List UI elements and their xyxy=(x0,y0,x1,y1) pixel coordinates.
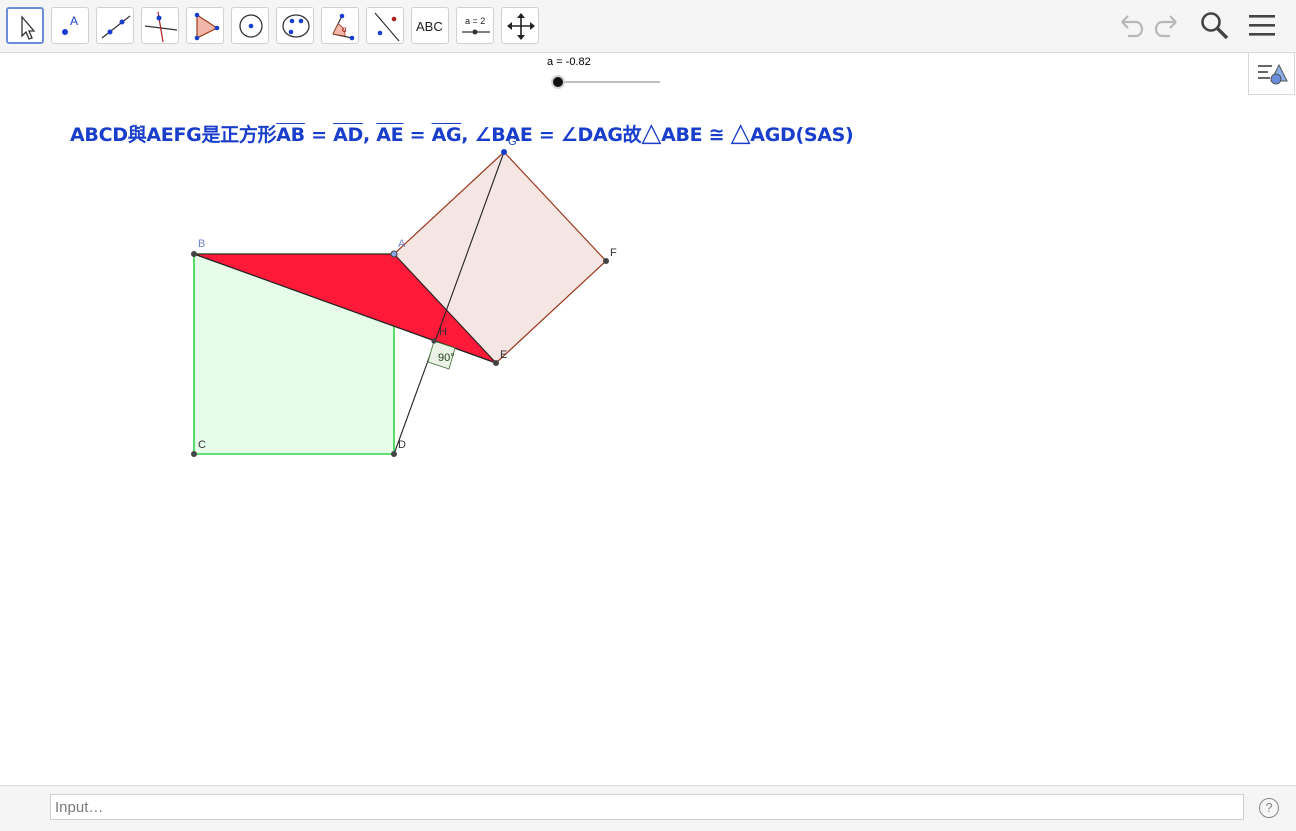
point-e[interactable] xyxy=(493,360,499,366)
line-tool-button[interactable] xyxy=(96,7,134,44)
svg-text:A: A xyxy=(70,14,78,28)
svg-text:α: α xyxy=(342,25,347,34)
point-c[interactable] xyxy=(191,451,197,457)
move-tool-button[interactable] xyxy=(6,7,44,44)
point-a[interactable] xyxy=(390,250,398,258)
proof-part: = xyxy=(304,124,334,146)
svg-text:a = 2: a = 2 xyxy=(465,16,485,26)
angle-value-label: 90° xyxy=(438,352,455,364)
label-b: B xyxy=(198,238,205,250)
segment-ae-text: AE xyxy=(376,124,404,146)
move-graphics-tool-button[interactable] xyxy=(501,7,539,44)
redo-icon[interactable] xyxy=(1152,10,1182,40)
point-g[interactable] xyxy=(501,149,507,155)
angle-tool-button[interactable]: α xyxy=(321,7,359,44)
segment-ad-text: AD xyxy=(333,124,363,146)
proof-part: AGD(SAS) xyxy=(750,124,854,146)
proof-part: , xyxy=(461,124,475,146)
geometry-construction: 90° B A C D E F G H xyxy=(191,75,660,457)
triangle-symbol: △ xyxy=(641,118,662,148)
point-b[interactable] xyxy=(191,251,197,257)
proof-part: = xyxy=(403,124,432,146)
triangle-symbol: △ xyxy=(730,118,751,148)
point-h[interactable] xyxy=(431,338,437,344)
proof-part: ∠BAE = ∠DAG故 xyxy=(474,124,642,146)
circle-tool-button[interactable] xyxy=(231,7,269,44)
point-tool-button[interactable]: A xyxy=(51,7,89,44)
move-arrows-icon xyxy=(507,13,535,40)
search-icon[interactable] xyxy=(1199,10,1231,42)
line-icon xyxy=(101,15,131,39)
menu-icon[interactable] xyxy=(1247,10,1277,42)
svg-text:ABC: ABC xyxy=(416,19,443,34)
arrow-cursor-icon xyxy=(21,15,36,40)
ellipse-icon xyxy=(282,14,310,38)
perpendicular-tool-button[interactable] xyxy=(141,7,179,44)
proof-part: ABE ≅ xyxy=(661,124,731,146)
text-tool-button[interactable]: ABC xyxy=(411,7,449,44)
algebra-input[interactable] xyxy=(50,794,1244,820)
slider-icon: a = 2 xyxy=(462,16,490,35)
slider-label: a = -0.82 xyxy=(547,56,591,68)
label-a: A xyxy=(398,238,406,250)
conic-tool-button[interactable] xyxy=(276,7,314,44)
toolbar: A α ABC a = 2 xyxy=(0,0,1296,53)
text-icon: ABC xyxy=(416,19,443,34)
reflect-tool-button[interactable] xyxy=(366,7,404,44)
slider-handle-dot xyxy=(553,77,563,87)
help-icon[interactable]: ? xyxy=(1259,798,1279,818)
undo-icon[interactable] xyxy=(1116,10,1146,40)
polygon-icon xyxy=(194,12,220,41)
graphics-view[interactable]: 90° B A C D E F G H xyxy=(0,53,1296,785)
proof-part: ABCD與AEFG是正方形 xyxy=(70,124,277,146)
label-f: F xyxy=(610,247,617,259)
polygon-tool-button[interactable] xyxy=(186,7,224,44)
label-e: E xyxy=(500,349,507,361)
segment-ag-text: AG xyxy=(431,124,462,146)
point-f[interactable] xyxy=(603,258,609,264)
circle-icon xyxy=(239,14,263,38)
segment-ab-text: AB xyxy=(276,124,305,146)
label-c: C xyxy=(198,439,206,451)
label-h: H xyxy=(439,326,447,338)
proof-part: , xyxy=(363,124,377,146)
perpendicular-line-icon xyxy=(144,11,178,43)
label-d: D xyxy=(398,439,406,451)
reflect-icon xyxy=(374,12,400,42)
proof-text: ABCD與AEFG是正方形AB = AD, AE = AG, ∠BAE = ∠D… xyxy=(70,118,854,148)
point-d[interactable] xyxy=(391,451,397,457)
slider-tool-button[interactable]: a = 2 xyxy=(456,7,494,44)
angle-icon: α xyxy=(332,13,355,41)
input-bar: ? xyxy=(0,785,1296,831)
point-icon: A xyxy=(62,14,78,35)
